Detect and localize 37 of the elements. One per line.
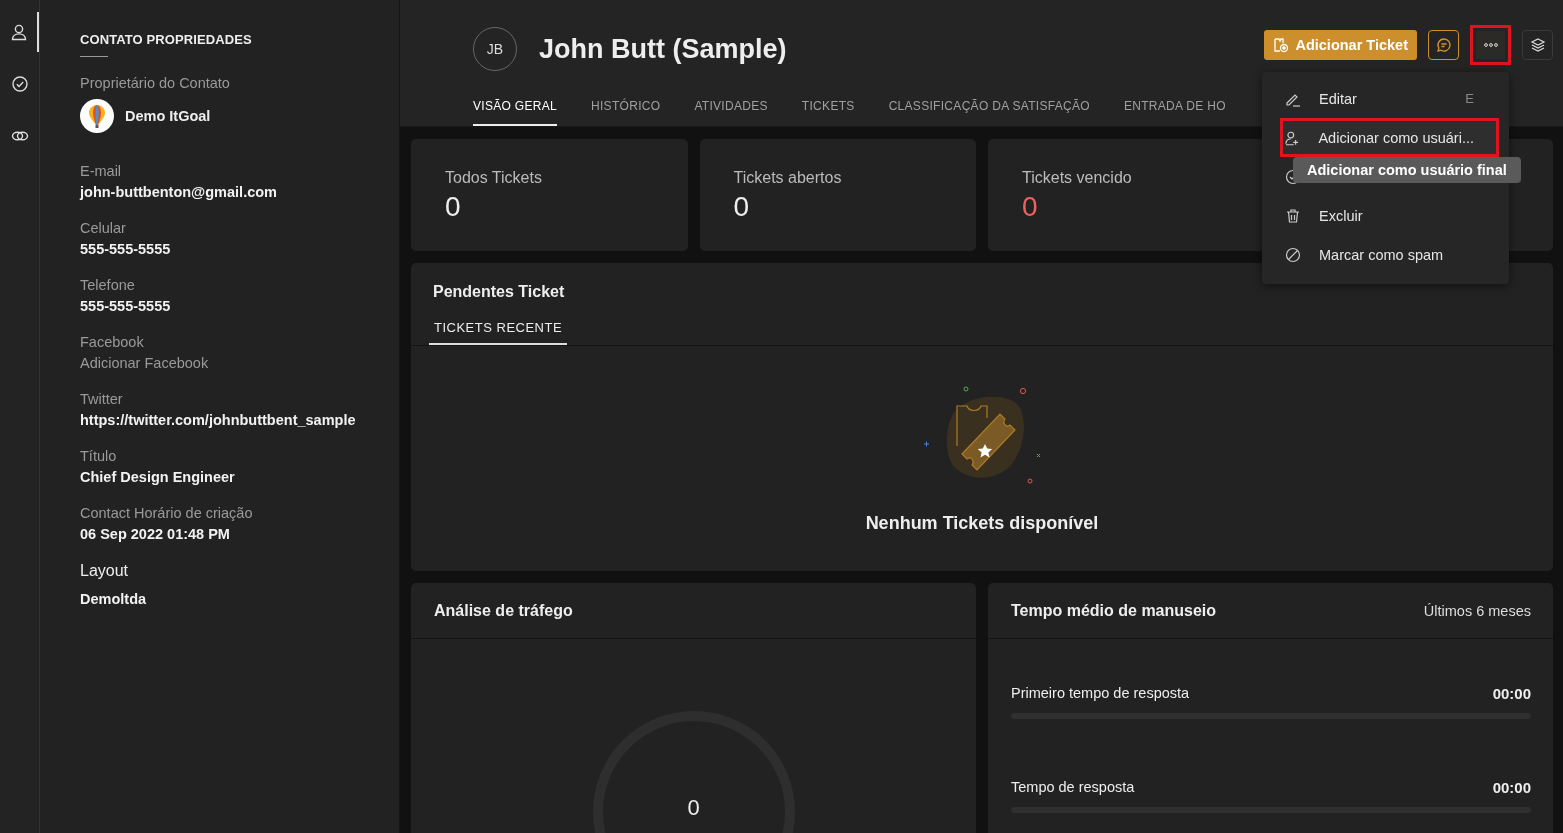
field-label: Título: [80, 448, 117, 464]
card-title: Pendentes Ticket: [433, 283, 565, 301]
metric-label: Tempo de resposta: [1011, 779, 1135, 796]
stat-label: Todos Tickets: [445, 169, 542, 187]
stat-value: 0: [1022, 191, 1038, 223]
field-label: Proprietário do Contato: [80, 75, 230, 91]
metric-value: 00:00: [1492, 685, 1531, 702]
field-label: Celular: [80, 220, 126, 236]
card-title: Tempo médio de manuseio: [1011, 601, 1217, 620]
stat-label: Tickets abertos: [733, 169, 842, 187]
stat-value: 0: [733, 191, 750, 223]
contact-name: John Butt (Sample): [539, 33, 787, 65]
metric-value: 00:00: [1492, 779, 1531, 796]
field-label: Contact Horário de criação: [80, 505, 253, 521]
tooltip: Adicionar como usuário final: [1293, 157, 1521, 183]
field-value: https://twitter.com/johnbuttbent_sample: [80, 412, 356, 428]
field-value: Demoltda: [80, 591, 147, 607]
field-label: Twitter: [80, 391, 123, 407]
card-title: Análise de tráfego: [434, 601, 573, 620]
shortcut-key: E: [1465, 91, 1474, 106]
panel-title: CONTATO PROPRIEDADES: [80, 32, 253, 47]
field-label: Telefone: [80, 277, 135, 293]
field-label: Facebook: [80, 334, 144, 350]
field-value: john-buttbenton@gmail.com: [80, 184, 277, 200]
field-value: Chief Design Engineer: [80, 469, 235, 485]
field-value: 555-555-5555: [80, 298, 171, 314]
empty-message: Nenhum Tickets disponível: [865, 513, 1099, 534]
metric-label: Primeiro tempo de resposta: [1011, 685, 1190, 702]
owner-name: Demo ItGoal: [125, 108, 211, 124]
stat-label: Tickets vencido: [1022, 169, 1132, 187]
field-value: 555-555-5555: [80, 241, 171, 257]
donut-value: 0: [687, 795, 700, 821]
period-label: Últimos 6 meses: [1423, 602, 1531, 619]
field-label: E-mail: [80, 163, 122, 179]
stat-value: 0: [445, 191, 461, 223]
field-label: Layout: [80, 562, 129, 580]
field-value: 06 Sep 2022 01:48 PM: [80, 526, 230, 542]
